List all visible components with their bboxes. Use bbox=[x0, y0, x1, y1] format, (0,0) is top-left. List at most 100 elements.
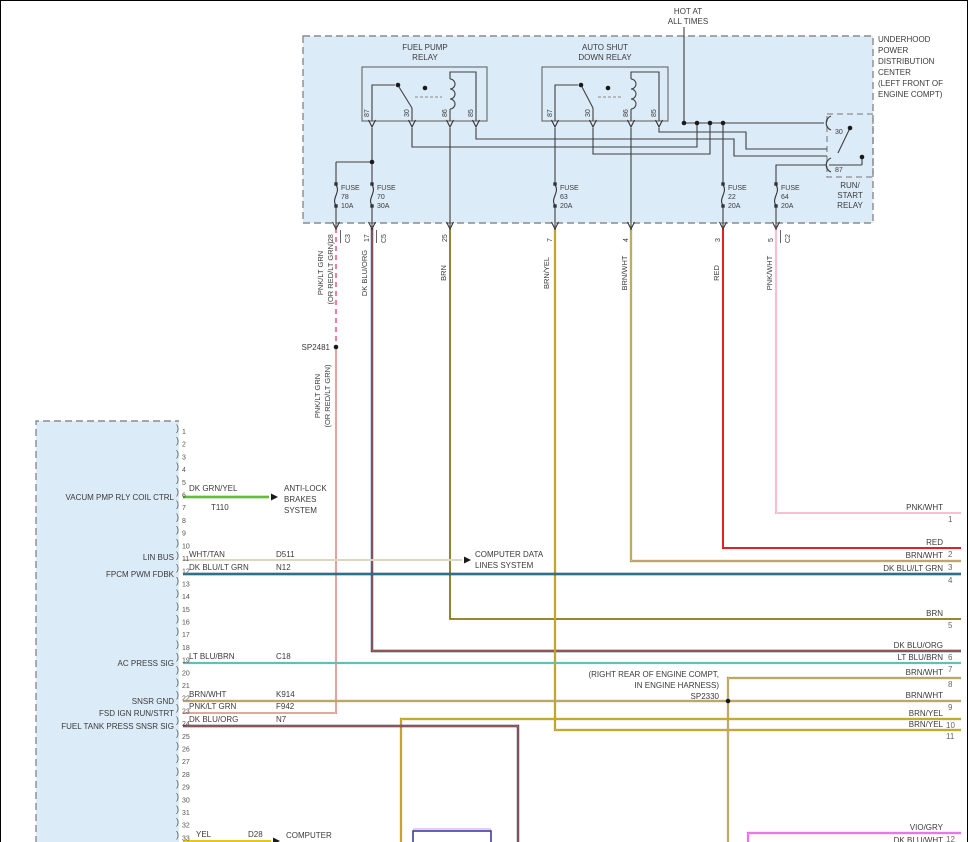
exit-pin-3: 3 bbox=[715, 238, 722, 242]
module-pin19-label: AC PRESS SIG bbox=[118, 659, 174, 668]
wire-name-ltblu-brn: LT BLU/BRN bbox=[189, 652, 235, 661]
fuel-pump-relay-label-2: RELAY bbox=[412, 53, 438, 62]
wire-brn-yel-row10 bbox=[401, 719, 961, 842]
module-pin-number: 17 bbox=[182, 632, 190, 639]
exit-pin-17: 17 bbox=[364, 234, 371, 242]
module-pin-number: 7 bbox=[182, 505, 186, 512]
redge-num-2: 2 bbox=[948, 550, 953, 559]
asd-pin-86: 86 bbox=[623, 109, 630, 117]
rs-pin-87: 87 bbox=[835, 167, 843, 174]
destination-arrow-icon bbox=[464, 557, 471, 564]
wire-name-dkblu-org: DK BLU/ORG bbox=[189, 715, 238, 724]
module-pin-number: 14 bbox=[182, 594, 190, 601]
redge-num-10: 10 bbox=[946, 721, 955, 730]
module-pin-bracket: ) bbox=[176, 715, 179, 725]
module-pin22-label: SNSR GND bbox=[132, 697, 174, 706]
fuse-63-label: 63 bbox=[560, 194, 568, 201]
redge-num-3: 3 bbox=[948, 563, 953, 572]
asd-pin-85: 85 bbox=[651, 109, 658, 117]
module-pin7-label: VACUM PMP RLY COIL CTRL bbox=[66, 493, 175, 502]
module-pin-bracket: ) bbox=[176, 487, 179, 497]
module-pin-number: 9 bbox=[182, 531, 186, 538]
exit-pin-7: 7 bbox=[547, 238, 554, 242]
rs-pin-30: 30 bbox=[835, 129, 843, 136]
vlabel-red: RED bbox=[712, 265, 721, 281]
module-pin-number: 26 bbox=[182, 747, 190, 754]
redge-label-3: BRN/WHT bbox=[906, 551, 943, 560]
wire-pnk-wht bbox=[776, 228, 961, 513]
module-pin-bracket: ) bbox=[176, 474, 179, 484]
destination-arrow-icon bbox=[271, 494, 278, 501]
module-pin-bracket: ) bbox=[176, 690, 179, 700]
wire-name-brn-wht: BRN/WHT bbox=[189, 690, 226, 699]
wire-name-dk-grn-yel: DK GRN/YEL bbox=[189, 484, 238, 493]
module-pin-bracket: ) bbox=[176, 575, 179, 585]
redge-label-10: BRN/YEL bbox=[909, 709, 944, 718]
module-box-fill bbox=[36, 421, 179, 842]
module-pin-number: 29 bbox=[182, 785, 190, 792]
redge-label-13: DK BLU/WHT bbox=[894, 836, 943, 842]
redge-num-11: 11 bbox=[946, 732, 955, 741]
redge-label-5: BRN bbox=[926, 609, 943, 618]
module-pin-bracket: ) bbox=[176, 741, 179, 751]
vlabel-brn-yel: BRN/YEL bbox=[542, 257, 551, 289]
redge-label-8: BRN/WHT bbox=[906, 668, 943, 677]
conn-c5: C5 bbox=[381, 234, 388, 243]
fuse-78-label: 10A bbox=[341, 203, 354, 210]
redge-num-5: 5 bbox=[948, 621, 953, 630]
redge-label-1: PNK/WHT bbox=[906, 503, 943, 512]
redge-label-4: DK BLU/LT GRN bbox=[883, 564, 943, 573]
fpr-pin-30: 30 bbox=[404, 109, 411, 117]
redge-num-9: 9 bbox=[948, 703, 953, 712]
module-pin-number: 31 bbox=[182, 810, 190, 817]
run-start-relay-label-2: START bbox=[837, 191, 863, 200]
splice-sp2330-loc-2: IN ENGINE HARNESS) bbox=[635, 681, 720, 690]
run-start-relay-label: RUN/ bbox=[840, 181, 860, 190]
module-pin-number: 6 bbox=[182, 493, 186, 500]
wire-name-wht-tan: WHT/TAN bbox=[189, 550, 225, 559]
asd-relay-label-2: DOWN RELAY bbox=[578, 53, 632, 62]
pdc-label-3: DISTRIBUTION bbox=[878, 57, 935, 66]
module-pin-number: 8 bbox=[182, 518, 186, 525]
wiring-diagram: FUSE7810AFUSE7030AFUSE6320AFUSE2220AFUSE… bbox=[1, 1, 968, 842]
module-pin-bracket: ) bbox=[176, 829, 179, 839]
conn-c2: C2 bbox=[785, 234, 792, 243]
junction-dot bbox=[423, 86, 428, 91]
circuit-n12: N12 bbox=[276, 563, 291, 572]
pdc-label-1: UNDERHOOD bbox=[878, 35, 931, 44]
junction-dot bbox=[695, 121, 700, 126]
vlabel-brn-wht: BRN/WHT bbox=[620, 255, 629, 290]
redge-num-4: 4 bbox=[948, 576, 953, 585]
run-start-relay-label-3: RELAY bbox=[837, 201, 863, 210]
junction-dot bbox=[682, 121, 687, 126]
module-pin-number: 5 bbox=[182, 480, 186, 487]
module-pin-number: 32 bbox=[182, 823, 190, 830]
circuit-d28: D28 bbox=[248, 830, 263, 839]
fpr-pin-85: 85 bbox=[468, 109, 475, 117]
junction-dot bbox=[370, 160, 375, 165]
module-pin-number: 3 bbox=[182, 454, 186, 461]
exit-pin-28: 28 bbox=[328, 234, 335, 242]
wire-red bbox=[723, 228, 961, 548]
circuit-c18: C18 bbox=[276, 652, 291, 661]
asd-pin-30: 30 bbox=[585, 109, 592, 117]
redge-label-2: RED bbox=[926, 538, 943, 547]
vlabel-brn: BRN bbox=[439, 265, 448, 281]
module-pin-bracket: ) bbox=[176, 550, 179, 560]
pdc-label-6: ENGINE COMPT) bbox=[878, 90, 943, 99]
fuse-78-label: FUSE bbox=[341, 185, 360, 192]
module-pin12-label: FPCM PWM FDBK bbox=[106, 570, 175, 579]
circuit-n7: N7 bbox=[276, 715, 287, 724]
dest-abs-3: SYSTEM bbox=[284, 506, 317, 515]
wire-dkblu-org-n7-core bbox=[183, 726, 518, 842]
module-pin-bracket: ) bbox=[176, 436, 179, 446]
circuit-k914: K914 bbox=[276, 690, 295, 699]
fuse-22-label: 22 bbox=[728, 194, 736, 201]
wire-dkblu-org-c5 bbox=[372, 228, 961, 651]
bottom-connector-box bbox=[413, 831, 491, 842]
exit-pin-4: 4 bbox=[623, 238, 630, 242]
module-pin-bracket: ) bbox=[176, 461, 179, 471]
dest-cdl-2: LINES SYSTEM bbox=[475, 561, 534, 570]
junction-dot bbox=[396, 83, 401, 88]
junction-dot bbox=[708, 121, 713, 126]
